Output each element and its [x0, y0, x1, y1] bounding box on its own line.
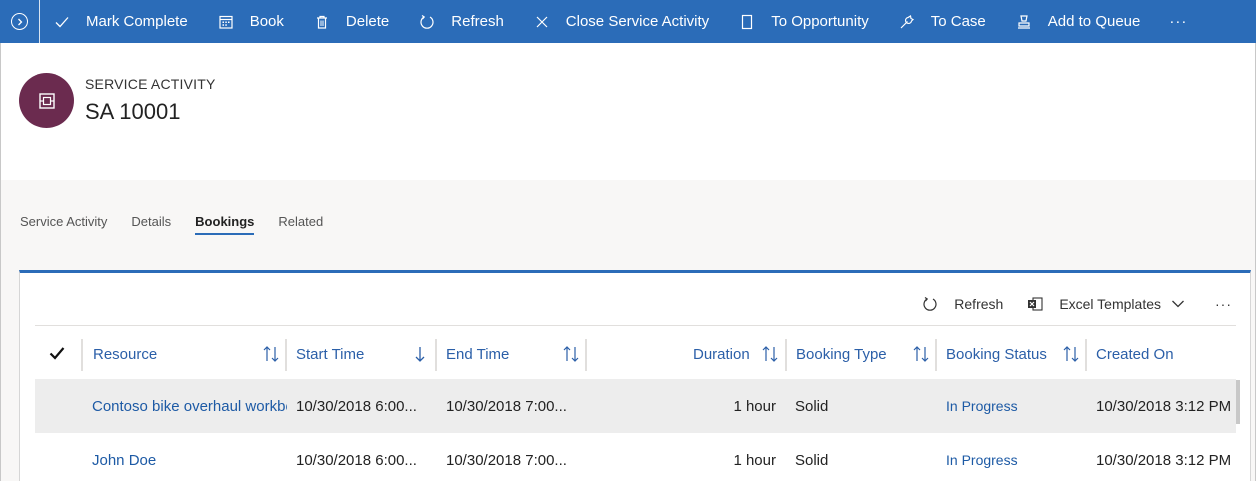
column-label: Resource: [93, 345, 158, 363]
chevron-down-icon: [1171, 297, 1185, 311]
delete-button[interactable]: Delete: [299, 0, 404, 43]
add-to-queue-button[interactable]: Add to Queue: [1001, 0, 1156, 43]
column-header-booking-type[interactable]: Booking Type: [785, 335, 935, 373]
end-time-cell: 10/30/2018 7:00...: [446, 397, 567, 415]
entity-type-label: SERVICE ACTIVITY: [85, 76, 216, 92]
grid-header-divider: [35, 325, 1236, 326]
add-to-queue-label: Add to Queue: [1047, 13, 1141, 30]
column-label: Start Time: [296, 345, 365, 363]
column-header-start-time[interactable]: Start Time: [285, 335, 435, 373]
command-bar: Mark Complete Book Delete Refresh Close …: [0, 0, 1256, 43]
grid-more-button[interactable]: ···: [1215, 296, 1232, 312]
sort-descending-icon[interactable]: [411, 344, 429, 364]
trash-icon: [314, 14, 330, 30]
booking-status-cell: In Progress: [946, 433, 1086, 481]
table-row[interactable]: Contoso bike overhaul workbench 10/30/20…: [35, 379, 1236, 433]
page-title: SA 10001: [85, 99, 181, 124]
excel-icon: [1027, 296, 1043, 312]
tab-service-activity[interactable]: Service Activity: [20, 214, 107, 235]
column-divider: [785, 339, 787, 371]
booking-status-link[interactable]: In Progress: [946, 398, 1018, 414]
resource-cell-link[interactable]: Contoso bike overhaul workbench: [92, 379, 287, 433]
calendar-icon: [218, 14, 234, 30]
checkmark-icon: [49, 347, 65, 360]
column-divider: [285, 339, 287, 371]
created-on-cell: 10/30/2018 3:12 PM: [1096, 451, 1232, 469]
refresh-label: Refresh: [451, 13, 504, 30]
booking-type-cell: Solid: [795, 451, 829, 469]
select-all-checkbox[interactable]: [48, 344, 66, 362]
document-icon: [739, 14, 755, 30]
more-commands-button[interactable]: ···: [1155, 13, 1201, 30]
column-divider: [1085, 339, 1087, 371]
sort-icon[interactable]: [1062, 344, 1080, 364]
close-service-activity-button[interactable]: Close Service Activity: [519, 0, 724, 43]
column-header-booking-status[interactable]: Booking Status: [935, 335, 1085, 373]
column-divider: [435, 339, 437, 371]
tab-related[interactable]: Related: [278, 214, 323, 235]
chevron-right-icon: [11, 13, 28, 30]
column-label: End Time: [446, 345, 510, 363]
booking-status-cell: In Progress: [946, 379, 1086, 433]
column-header-end-time[interactable]: End Time: [435, 335, 585, 373]
mark-complete-button[interactable]: Mark Complete: [40, 0, 203, 43]
column-header-duration[interactable]: Duration: [585, 335, 785, 373]
grid-refresh-label: Refresh: [954, 296, 1004, 312]
wrench-icon: [899, 14, 915, 30]
sort-icon[interactable]: [262, 344, 280, 364]
to-opportunity-label: To Opportunity: [771, 13, 869, 30]
tab-list: Service Activity Details Bookings Relate…: [20, 214, 347, 235]
booking-status-link[interactable]: In Progress: [946, 452, 1018, 468]
sort-icon[interactable]: [912, 344, 930, 364]
start-time-cell: 10/30/2018 6:00...: [296, 451, 417, 469]
column-header-resource[interactable]: Resource: [81, 335, 285, 373]
duration-cell: 1 hour: [733, 397, 776, 415]
duration-cell: 1 hour: [733, 451, 776, 469]
column-divider: [81, 339, 83, 371]
column-header-created-on[interactable]: Created On: [1085, 335, 1235, 373]
column-label: Created On: [1096, 345, 1174, 363]
column-label: Booking Status: [946, 345, 1047, 363]
table-row[interactable]: John Doe 10/30/2018 6:00... 10/30/2018 7…: [35, 433, 1236, 481]
close-icon: [534, 14, 550, 30]
avatar: [19, 73, 74, 128]
vertical-scrollbar[interactable]: [1236, 380, 1240, 424]
sort-icon[interactable]: [562, 344, 580, 364]
book-button[interactable]: Book: [203, 0, 299, 43]
column-divider: [585, 339, 587, 371]
refresh-icon: [922, 296, 938, 312]
record-header: SERVICE ACTIVITY SA 10001: [0, 43, 1256, 180]
refresh-icon: [419, 14, 435, 30]
sort-icon[interactable]: [761, 344, 779, 364]
close-service-activity-label: Close Service Activity: [565, 13, 710, 30]
column-label: Duration: [693, 345, 750, 363]
booking-type-cell: Solid: [795, 397, 829, 415]
to-case-label: To Case: [930, 13, 986, 30]
checkmark-icon: [54, 14, 70, 30]
bookings-grid-card: Refresh Excel Templates ··· Resource Sta…: [19, 270, 1251, 481]
to-case-button[interactable]: To Case: [884, 0, 1001, 43]
grid-toolbar: Refresh Excel Templates ···: [898, 291, 1232, 317]
start-time-cell: 10/30/2018 6:00...: [296, 397, 417, 415]
queue-icon: [1016, 14, 1032, 30]
created-on-cell: 10/30/2018 3:12 PM: [1096, 397, 1232, 415]
grid-refresh-button[interactable]: Refresh: [922, 296, 1003, 312]
expand-button[interactable]: [0, 0, 40, 43]
excel-templates-button[interactable]: Excel Templates: [1027, 296, 1185, 312]
to-opportunity-button[interactable]: To Opportunity: [724, 0, 884, 43]
book-label: Book: [249, 13, 284, 30]
tab-details[interactable]: Details: [131, 214, 171, 235]
tab-bookings[interactable]: Bookings: [195, 214, 255, 235]
end-time-cell: 10/30/2018 7:00...: [446, 451, 567, 469]
excel-templates-label: Excel Templates: [1059, 296, 1161, 312]
mark-complete-label: Mark Complete: [86, 13, 188, 30]
column-divider: [935, 339, 937, 371]
column-label: Booking Type: [796, 345, 887, 363]
service-activity-icon: [38, 92, 55, 109]
refresh-button[interactable]: Refresh: [404, 0, 519, 43]
resource-cell-link[interactable]: John Doe: [92, 433, 287, 481]
delete-label: Delete: [345, 13, 390, 30]
